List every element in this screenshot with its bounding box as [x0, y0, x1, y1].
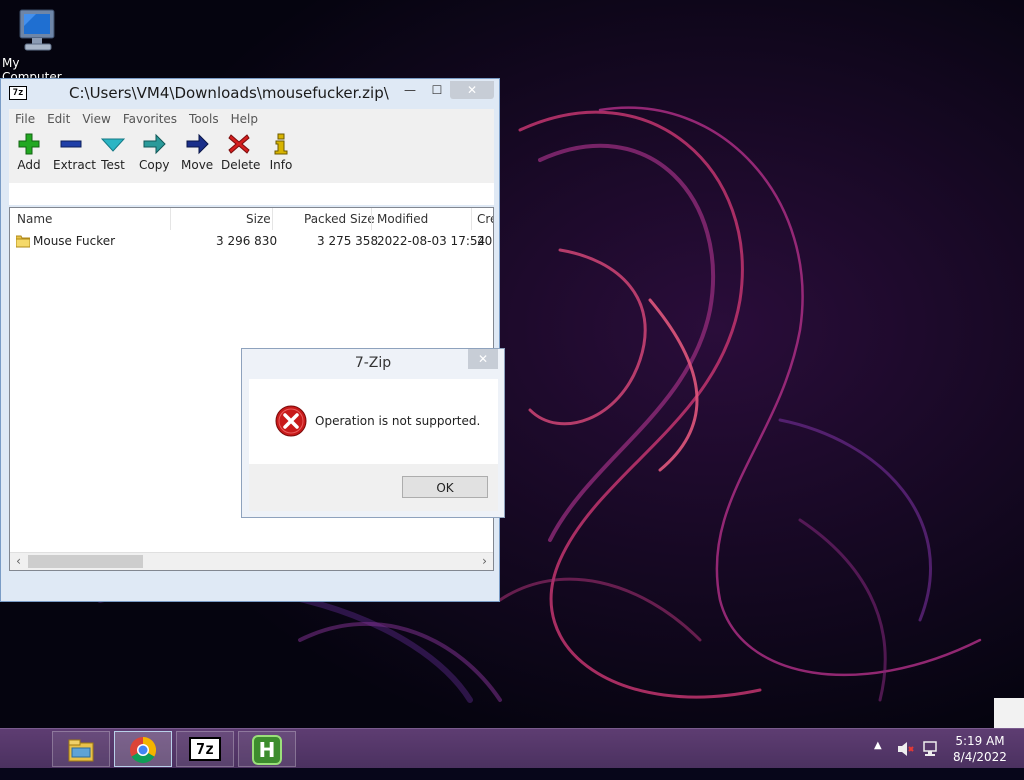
- delete-button[interactable]: Delete: [221, 133, 261, 172]
- close-button[interactable]: ✕: [450, 81, 494, 99]
- extract-label: Extract: [53, 158, 96, 172]
- clock-date: 8/4/2022: [953, 750, 1007, 764]
- show-desktop-button[interactable]: [994, 698, 1024, 728]
- minimize-button[interactable]: —: [397, 81, 423, 99]
- menu-edit[interactable]: Edit: [41, 109, 76, 129]
- file-explorer-icon: [68, 739, 94, 762]
- test-label: Test: [101, 158, 125, 172]
- network-icon[interactable]: [921, 740, 939, 758]
- column-separator[interactable]: [471, 208, 472, 230]
- taskbar: 7z H ▲ 5:19 AM 8/4/2022: [0, 728, 1024, 768]
- desktop-icon-my-computer[interactable]: My Computer: [2, 8, 82, 84]
- cell-name: Mouse Fucker: [33, 234, 116, 248]
- menu-bar: File Edit View Favorites Tools Help: [9, 109, 494, 129]
- taskbar-clock[interactable]: 5:19 AM 8/4/2022: [944, 733, 1016, 765]
- add-button[interactable]: Add: [17, 133, 41, 172]
- 7zip-taskbar-icon: 7z: [189, 737, 221, 761]
- horizontal-scrollbar[interactable]: ‹ ›: [10, 552, 493, 570]
- cell-created: 202: [477, 234, 493, 248]
- menu-file[interactable]: File: [9, 109, 41, 129]
- address-bar[interactable]: [9, 183, 494, 205]
- dialog-message: Operation is not supported.: [315, 414, 481, 428]
- folder-icon: [16, 235, 30, 248]
- column-name[interactable]: Name: [17, 208, 52, 230]
- move-button[interactable]: Move: [181, 133, 213, 172]
- menu-help[interactable]: Help: [225, 109, 264, 129]
- clock-time: 5:19 AM: [955, 734, 1005, 748]
- hashmyfiles-label: H: [258, 738, 276, 762]
- test-button[interactable]: Test: [101, 133, 125, 172]
- taskbar-chrome[interactable]: [114, 731, 172, 767]
- menu-favorites[interactable]: Favorites: [117, 109, 183, 129]
- column-modified[interactable]: Modified: [377, 208, 428, 230]
- extract-button[interactable]: Extract: [53, 133, 96, 172]
- menu-tools[interactable]: Tools: [183, 109, 225, 129]
- cell-modified: 2022-08-03 17:54: [377, 234, 486, 248]
- column-size[interactable]: Size: [246, 208, 271, 230]
- dialog-close-button[interactable]: ✕: [468, 349, 498, 369]
- info-icon: [274, 133, 288, 155]
- 7zip-taskbar-label: 7z: [195, 740, 215, 758]
- move-icon: [186, 133, 209, 155]
- copy-icon: [143, 133, 166, 155]
- column-separator[interactable]: [272, 208, 273, 230]
- scroll-thumb[interactable]: [28, 555, 143, 568]
- add-icon: [18, 133, 40, 155]
- dialog-body: Operation is not supported.: [249, 379, 498, 464]
- copy-button[interactable]: Copy: [139, 133, 169, 172]
- 7zip-window: 7z C:\Users\VM4\Downloads\mousefucker.zi…: [0, 78, 500, 602]
- table-row[interactable]: Mouse Fucker 3 296 830 3 275 358 2022-08…: [10, 232, 493, 250]
- taskbar-7zip[interactable]: 7z: [176, 731, 234, 767]
- toolbar: Add Extract Test Copy Move Delete Info: [9, 129, 494, 183]
- extract-icon: [60, 140, 82, 148]
- tray-overflow-icon[interactable]: ▲: [874, 740, 882, 780]
- add-label: Add: [17, 158, 41, 172]
- scroll-left-icon[interactable]: ‹: [10, 553, 27, 570]
- taskbar-hashmyfiles[interactable]: H: [238, 731, 296, 767]
- volume-muted-icon[interactable]: [897, 741, 915, 757]
- column-separator[interactable]: [170, 208, 171, 230]
- ok-button[interactable]: OK: [402, 476, 488, 498]
- taskbar-file-explorer[interactable]: [52, 731, 110, 767]
- menu-view[interactable]: View: [76, 109, 116, 129]
- copy-label: Copy: [139, 158, 170, 172]
- chrome-icon: [130, 736, 157, 764]
- column-created[interactable]: Cre: [477, 208, 493, 230]
- move-label: Move: [181, 158, 214, 172]
- cell-packed-size: 3 275 358: [317, 234, 379, 248]
- cell-size: 3 296 830: [216, 234, 278, 248]
- maximize-button[interactable]: ☐: [424, 81, 450, 99]
- error-icon: [275, 405, 307, 437]
- test-icon: [101, 138, 125, 152]
- hashmyfiles-icon: H: [252, 735, 282, 765]
- scroll-right-icon[interactable]: ›: [476, 553, 493, 570]
- dialog-title[interactable]: 7-Zip: [242, 349, 504, 377]
- column-separator[interactable]: [371, 208, 372, 230]
- delete-icon: [228, 134, 250, 154]
- computer-icon: [19, 9, 55, 51]
- window-titlebar[interactable]: 7z C:\Users\VM4\Downloads\mousefucker.zi…: [1, 79, 499, 107]
- info-button[interactable]: Info: [269, 133, 293, 172]
- column-packed-size[interactable]: Packed Size: [304, 208, 375, 230]
- info-label: Info: [269, 158, 293, 172]
- error-dialog: 7-Zip ✕ Operation is not supported. OK: [241, 348, 505, 518]
- delete-label: Delete: [221, 158, 261, 172]
- dialog-footer: OK: [249, 464, 498, 511]
- window-title: C:\Users\VM4\Downloads\mousefucker.zip\: [69, 84, 389, 102]
- 7zip-app-icon: 7z: [9, 86, 27, 100]
